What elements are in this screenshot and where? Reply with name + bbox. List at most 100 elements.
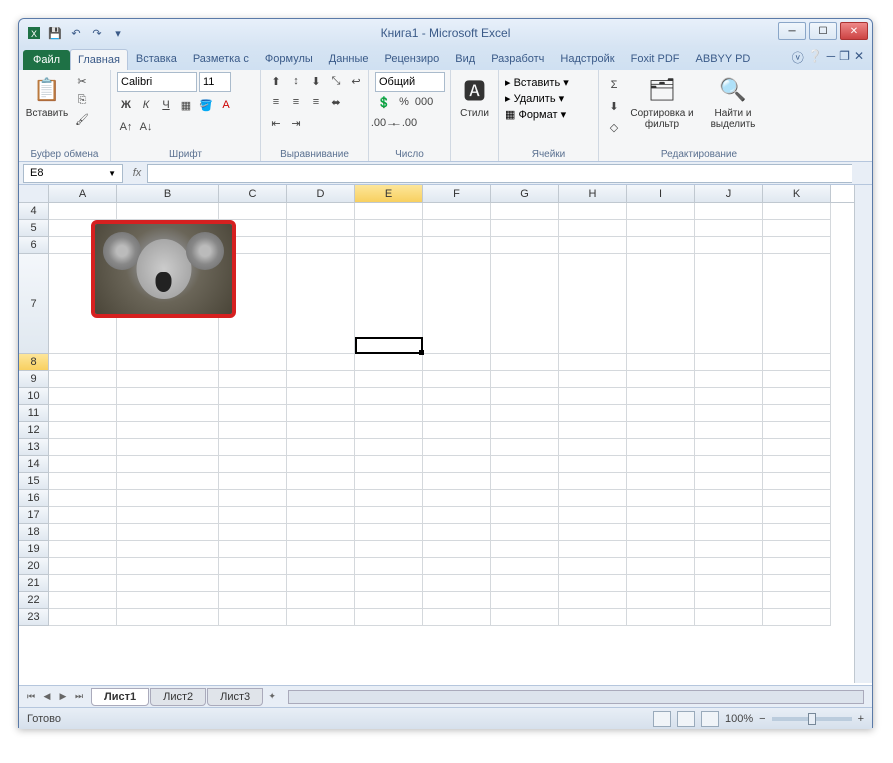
cell[interactable] <box>49 507 117 524</box>
cell[interactable] <box>49 203 117 220</box>
cell[interactable] <box>627 490 695 507</box>
cell[interactable] <box>49 405 117 422</box>
cell[interactable] <box>219 592 287 609</box>
cell[interactable] <box>423 473 491 490</box>
cell[interactable] <box>559 220 627 237</box>
col-header[interactable]: B <box>117 185 219 202</box>
cell[interactable] <box>627 592 695 609</box>
mdi-restore-icon[interactable]: ❐ <box>839 49 850 66</box>
cell[interactable] <box>423 507 491 524</box>
cell[interactable] <box>355 473 423 490</box>
cell[interactable] <box>559 558 627 575</box>
tab-insert[interactable]: Вставка <box>128 48 185 70</box>
cell[interactable] <box>763 422 831 439</box>
zoom-level[interactable]: 100% <box>725 713 753 725</box>
col-header[interactable]: D <box>287 185 355 202</box>
cell[interactable] <box>287 524 355 541</box>
cell[interactable] <box>49 558 117 575</box>
cells-delete-button[interactable]: ▸ Удалить ▾ <box>505 92 564 105</box>
fill-icon[interactable]: ⬇ <box>605 97 623 115</box>
cell[interactable] <box>763 388 831 405</box>
row-header[interactable]: 14 <box>19 456 49 473</box>
cell[interactable] <box>49 439 117 456</box>
cell[interactable] <box>627 203 695 220</box>
cell[interactable] <box>763 473 831 490</box>
cell[interactable] <box>355 254 423 354</box>
cell[interactable] <box>627 609 695 626</box>
cell[interactable] <box>559 254 627 354</box>
cell[interactable] <box>627 237 695 254</box>
cell[interactable] <box>287 388 355 405</box>
bold-button[interactable]: Ж <box>117 96 135 114</box>
cell[interactable] <box>627 541 695 558</box>
row-header[interactable]: 9 <box>19 371 49 388</box>
cell[interactable] <box>763 254 831 354</box>
row-header[interactable]: 20 <box>19 558 49 575</box>
cell[interactable] <box>491 524 559 541</box>
view-normal-icon[interactable] <box>653 711 671 727</box>
zoom-slider[interactable] <box>772 717 852 721</box>
row-header[interactable]: 15 <box>19 473 49 490</box>
sheet-tab[interactable]: Лист1 <box>91 688 149 706</box>
cell[interactable] <box>219 575 287 592</box>
cell[interactable] <box>491 405 559 422</box>
cell[interactable] <box>423 203 491 220</box>
indent-increase-icon[interactable]: ⇥ <box>287 114 305 132</box>
cell[interactable] <box>355 541 423 558</box>
cell[interactable] <box>763 524 831 541</box>
cell[interactable] <box>627 354 695 371</box>
cell[interactable] <box>355 203 423 220</box>
fill-color-button[interactable]: 🪣 <box>197 96 215 114</box>
cell[interactable] <box>491 237 559 254</box>
cell[interactable] <box>491 422 559 439</box>
cell[interactable] <box>695 490 763 507</box>
tab-layout[interactable]: Разметка с <box>185 48 257 70</box>
cell[interactable] <box>219 439 287 456</box>
format-painter-icon[interactable]: 🖌 <box>73 110 91 128</box>
cell[interactable] <box>287 507 355 524</box>
cell[interactable] <box>627 439 695 456</box>
cell[interactable] <box>627 422 695 439</box>
cell[interactable] <box>355 220 423 237</box>
cell[interactable] <box>287 609 355 626</box>
minimize-button[interactable]: ─ <box>778 22 806 40</box>
comma-icon[interactable]: 000 <box>415 93 433 111</box>
cell[interactable] <box>627 371 695 388</box>
cut-icon[interactable]: ✂ <box>73 72 91 90</box>
wrap-text-icon[interactable]: ↩ <box>347 72 365 90</box>
cell[interactable] <box>695 422 763 439</box>
cell[interactable] <box>491 541 559 558</box>
cell[interactable] <box>287 237 355 254</box>
cell[interactable] <box>287 371 355 388</box>
font-size-select[interactable] <box>199 72 231 92</box>
cell[interactable] <box>559 592 627 609</box>
name-box[interactable]: E8 ▼ <box>23 164 123 183</box>
cell[interactable] <box>559 541 627 558</box>
cell[interactable] <box>287 490 355 507</box>
help-icon[interactable]: ❔ <box>808 49 823 66</box>
cell[interactable] <box>695 237 763 254</box>
tab-home[interactable]: Главная <box>70 49 128 70</box>
cell[interactable] <box>423 254 491 354</box>
indent-decrease-icon[interactable]: ⇤ <box>267 114 285 132</box>
cell[interactable] <box>559 609 627 626</box>
cell[interactable] <box>219 507 287 524</box>
col-header[interactable]: K <box>763 185 831 202</box>
cell[interactable] <box>491 507 559 524</box>
cell[interactable] <box>49 473 117 490</box>
cells-insert-button[interactable]: ▸ Вставить ▾ <box>505 76 569 89</box>
cell[interactable] <box>491 490 559 507</box>
cell[interactable] <box>763 592 831 609</box>
view-layout-icon[interactable] <box>677 711 695 727</box>
cell[interactable] <box>49 456 117 473</box>
qat-menu-icon[interactable]: ▾ <box>109 24 127 42</box>
cell[interactable] <box>355 354 423 371</box>
row-header[interactable]: 4 <box>19 203 49 220</box>
row-header[interactable]: 6 <box>19 237 49 254</box>
cell[interactable] <box>695 524 763 541</box>
cell[interactable] <box>763 456 831 473</box>
cell[interactable] <box>559 354 627 371</box>
zoom-out-icon[interactable]: − <box>759 713 765 725</box>
cell[interactable] <box>117 422 219 439</box>
cell[interactable] <box>695 254 763 354</box>
